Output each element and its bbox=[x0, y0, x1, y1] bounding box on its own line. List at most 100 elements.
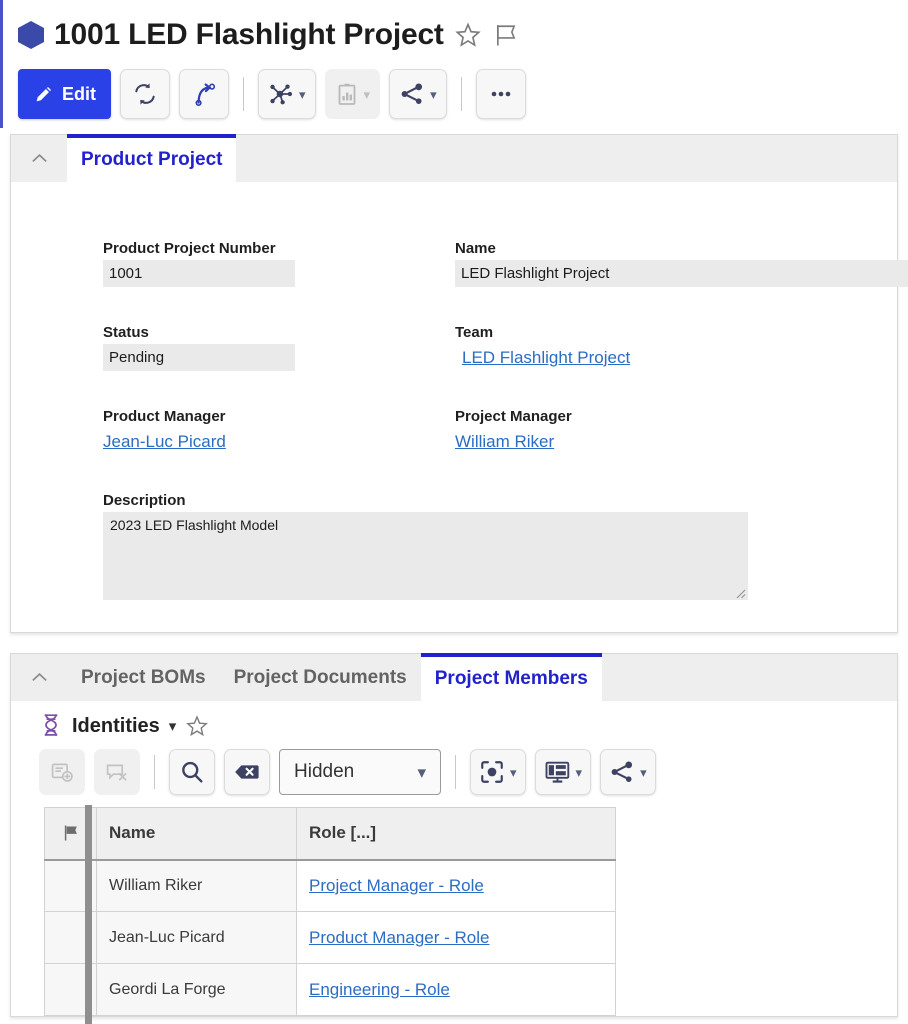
column-freeze-divider[interactable] bbox=[85, 805, 92, 1024]
field-label: Project Manager bbox=[455, 408, 572, 425]
share-button[interactable]: ▾ bbox=[389, 69, 447, 119]
bottom-tabstrip: Project BOMs Project Documents Project M… bbox=[11, 653, 897, 701]
edit-button-label: Edit bbox=[62, 83, 96, 104]
field-label: Product Project Number bbox=[103, 240, 276, 257]
tab-project-documents[interactable]: Project Documents bbox=[220, 654, 421, 701]
product-project-number-value: 1001 bbox=[103, 260, 295, 287]
name-value: LED Flashlight Project bbox=[455, 260, 908, 287]
project-manager-link[interactable]: William Riker bbox=[455, 428, 554, 455]
identities-header: Identities ▾ bbox=[11, 701, 897, 743]
chevron-down-icon: ▾ bbox=[575, 764, 583, 780]
chevron-down-icon: ▾ bbox=[430, 86, 437, 102]
field-status: Status Pending bbox=[103, 324, 455, 371]
field-name: Name LED Flashlight Project bbox=[455, 240, 908, 287]
dna-helix-icon bbox=[44, 714, 58, 736]
relations-button[interactable]: ▾ bbox=[258, 69, 316, 119]
chevron-down-icon: ▾ bbox=[640, 764, 647, 780]
table-header-row: Name Role [...] bbox=[44, 807, 616, 861]
field-label: Team bbox=[455, 324, 494, 341]
toolbar-separator bbox=[460, 77, 462, 111]
main-tabstrip: Product Project bbox=[11, 134, 897, 182]
field-product-project-number: Product Project Number 1001 bbox=[103, 240, 455, 287]
resize-handle-icon[interactable] bbox=[733, 586, 746, 599]
refresh-button[interactable] bbox=[120, 69, 170, 119]
column-header-role[interactable]: Role [...] bbox=[296, 807, 616, 861]
more-button[interactable] bbox=[475, 69, 526, 119]
field-label: Name bbox=[455, 240, 496, 257]
field-description: Description 2023 LED Flashlight Model bbox=[103, 492, 748, 600]
field-team: Team LED Flashlight Project bbox=[455, 324, 807, 371]
revise-button[interactable] bbox=[179, 69, 229, 119]
field-label: Status bbox=[103, 324, 149, 341]
share-button[interactable]: ▾ bbox=[600, 749, 656, 795]
star-icon[interactable] bbox=[454, 21, 482, 49]
remove-item-button bbox=[94, 749, 140, 795]
role-link[interactable]: Product Manager - Role bbox=[309, 928, 489, 947]
tab-label: Product Project bbox=[81, 149, 223, 170]
field-product-manager: Product Manager Jean-Luc Picard bbox=[103, 408, 455, 455]
record-toolbar: Edit ▾ ▾ ▾ bbox=[0, 62, 908, 126]
tab-label: Project Documents bbox=[233, 666, 407, 688]
column-header-name[interactable]: Name bbox=[96, 807, 297, 861]
collapse-panel-button[interactable] bbox=[11, 135, 67, 182]
row-role-cell: Engineering - Role bbox=[296, 963, 616, 1016]
status-value: Pending bbox=[103, 344, 295, 371]
description-value: 2023 LED Flashlight Model bbox=[110, 517, 279, 533]
add-item-button bbox=[39, 749, 85, 795]
field-label: Description bbox=[103, 492, 186, 509]
description-textarea[interactable]: 2023 LED Flashlight Model bbox=[103, 512, 748, 600]
table-row[interactable]: William Riker Project Manager - Role bbox=[44, 859, 616, 912]
collapse-panel-button[interactable] bbox=[11, 654, 67, 701]
product-project-panel: Product Project Product Project Number 1… bbox=[10, 134, 908, 633]
field-project-manager: Project Manager William Riker bbox=[455, 408, 807, 455]
tab-project-boms[interactable]: Project BOMs bbox=[67, 654, 220, 701]
identities-title: Identities bbox=[72, 714, 160, 737]
toolbar-separator bbox=[154, 755, 155, 789]
focus-button[interactable]: ▾ bbox=[470, 749, 526, 795]
product-project-form: Product Project Number 1001 Name LED Fla… bbox=[11, 182, 908, 632]
row-name-cell: William Riker bbox=[96, 859, 297, 912]
row-name-cell: Jean-Luc Picard bbox=[96, 911, 297, 964]
layout-button[interactable]: ▾ bbox=[534, 749, 592, 795]
search-button[interactable] bbox=[169, 749, 215, 795]
visibility-select-value: Hidden bbox=[294, 761, 355, 782]
row-role-cell: Project Manager - Role bbox=[296, 859, 616, 912]
team-link[interactable]: LED Flashlight Project bbox=[462, 344, 630, 371]
page-header: 1001 LED Flashlight Project bbox=[0, 0, 908, 62]
row-name-cell: Geordi La Forge bbox=[96, 963, 297, 1016]
project-members-panel: Project BOMs Project Documents Project M… bbox=[10, 653, 898, 1017]
hexagon-icon bbox=[18, 21, 44, 49]
chevron-down-icon[interactable]: ▾ bbox=[169, 717, 177, 735]
visibility-select[interactable]: Hidden ▾ bbox=[279, 749, 441, 795]
toolbar-separator bbox=[455, 755, 456, 789]
chevron-down-icon: ▾ bbox=[417, 762, 426, 782]
row-spacer bbox=[11, 371, 807, 408]
role-link[interactable]: Project Manager - Role bbox=[309, 876, 484, 895]
chevron-down-icon: ▾ bbox=[363, 86, 371, 102]
chevron-down-icon: ▾ bbox=[299, 86, 306, 102]
row-spacer bbox=[11, 455, 807, 492]
members-table: Name Role [...] William Riker Project Ma… bbox=[44, 807, 616, 1016]
tab-project-members[interactable]: Project Members bbox=[420, 653, 602, 701]
reports-button: ▾ bbox=[324, 69, 381, 119]
left-accent-rail bbox=[0, 0, 3, 128]
product-manager-link[interactable]: Jean-Luc Picard bbox=[103, 428, 226, 455]
row-role-cell: Product Manager - Role bbox=[296, 911, 616, 964]
page-title: 1001 LED Flashlight Project bbox=[54, 18, 444, 51]
role-link[interactable]: Engineering - Role bbox=[309, 980, 450, 999]
chevron-down-icon: ▾ bbox=[510, 764, 517, 780]
table-row[interactable]: Jean-Luc Picard Product Manager - Role bbox=[44, 911, 616, 964]
tab-label: Project BOMs bbox=[81, 666, 206, 688]
table-row[interactable]: Geordi La Forge Engineering - Role bbox=[44, 963, 616, 1016]
flag-icon[interactable] bbox=[492, 21, 520, 49]
edit-button[interactable]: Edit bbox=[18, 69, 111, 119]
project-members-grid: Name Role [...] William Riker Project Ma… bbox=[11, 807, 897, 1016]
clear-search-button[interactable] bbox=[224, 749, 270, 795]
toolbar-separator bbox=[243, 77, 244, 111]
field-label: Product Manager bbox=[103, 408, 226, 425]
tab-product-project[interactable]: Product Project bbox=[67, 134, 237, 182]
tab-label: Project Members bbox=[434, 668, 588, 689]
star-icon[interactable] bbox=[185, 714, 209, 738]
row-spacer bbox=[11, 287, 807, 324]
identities-toolbar: Hidden ▾ ▾ ▾ ▾ bbox=[11, 743, 897, 807]
